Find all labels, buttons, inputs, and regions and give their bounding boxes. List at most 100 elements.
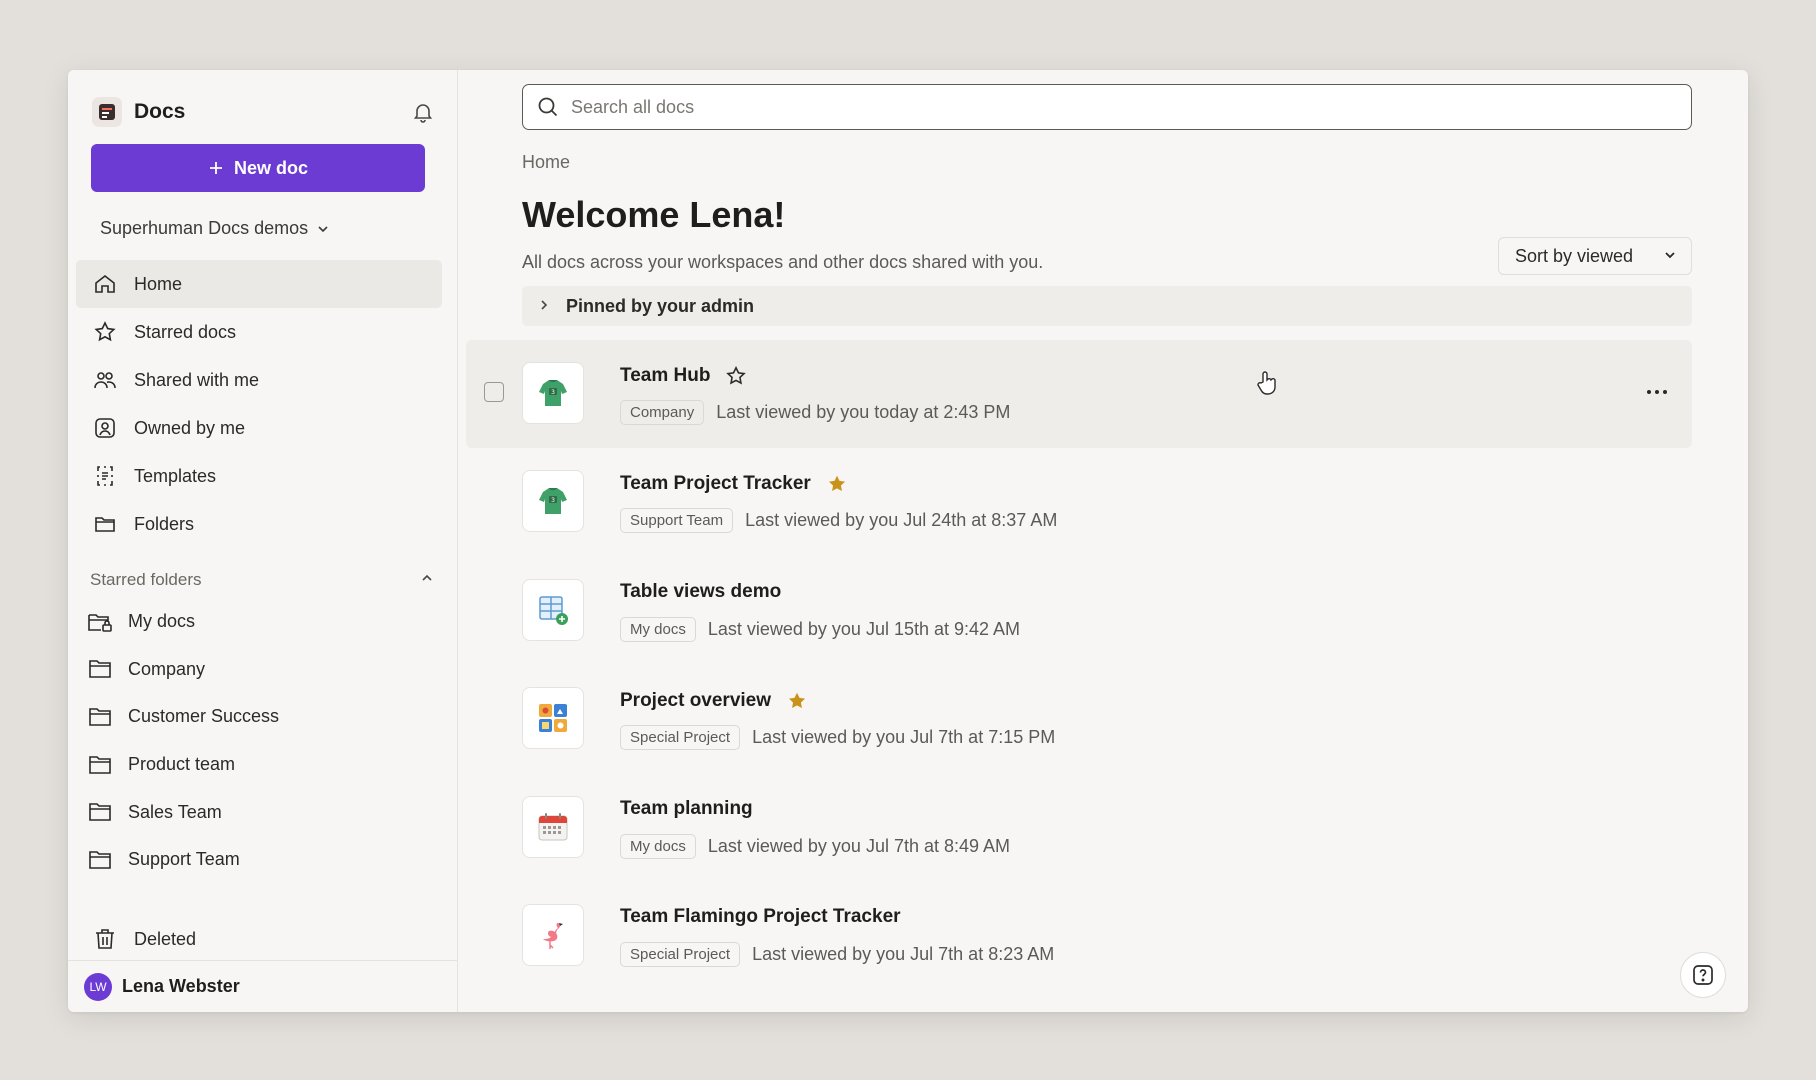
workspace-switcher[interactable]: Superhuman Docs demos [100,218,330,239]
chevron-up-icon[interactable] [420,570,434,590]
breadcrumb[interactable]: Home [522,152,570,173]
folder-tag[interactable]: Special Project [620,941,741,967]
person-icon [92,415,118,441]
green-shirt-icon: 3 [522,470,584,533]
starred-folders-title: Starred folders [90,570,202,589]
pinned-label: Pinned by your admin [566,295,755,316]
folder-icon [92,511,118,537]
lock-folder-icon [86,610,114,634]
sidebar-item-label: Home [134,273,183,294]
folder-label: Customer Success [128,706,280,727]
svg-text:3: 3 [551,497,555,504]
page-title: Welcome Lena! [522,194,786,235]
folder-label: Support Team [128,849,240,870]
folder-item-sales-team[interactable]: Sales Team [86,788,436,836]
home-icon [92,271,118,297]
doc-row-team-flamingo-project-tracker[interactable]: Team Flamingo Project Tracker Special Pr… [466,882,1692,990]
row-checkbox[interactable] [484,382,504,402]
doc-row-team-project-tracker[interactable]: 3 Team Project Tracker Support Team Last… [466,448,1692,556]
search-input[interactable] [571,96,1691,118]
last-viewed: Last viewed by you Jul 24th at 8:37 AM [745,510,1058,531]
sidebar-item-templates[interactable]: Templates [76,452,442,500]
folder-label: Sales Team [128,801,222,822]
grid-tiles-icon [522,687,584,750]
sidebar-item-folders[interactable]: Folders [76,500,442,548]
sidebar-item-label: Starred docs [134,321,237,342]
folder-item-product-team[interactable]: Product team [86,741,436,789]
chevron-down-icon [318,225,328,232]
help-button[interactable] [1680,952,1726,998]
starred-folders-list: My docs Company Customer Success Product… [86,598,436,884]
doc-list: 3 Team Hub Company Last viewed by you to… [466,340,1692,990]
folder-tag[interactable]: My docs [620,833,696,859]
search-bar[interactable] [522,84,1692,130]
bell-icon[interactable] [409,98,437,126]
doc-title[interactable]: Team planning [620,798,753,820]
more-options-icon[interactable] [1642,380,1672,404]
doc-title[interactable]: Table views demo [620,581,781,603]
doc-row-project-overview[interactable]: Project overview Special Project Last vi… [466,665,1692,773]
docs-logo-icon[interactable] [92,97,122,127]
folder-tag[interactable]: Special Project [620,725,741,751]
app-window: Docs New doc Superhuman Docs demos Home … [68,70,1748,1012]
sidebar-header: Docs [92,94,437,130]
doc-meta: My docs Last viewed by you Jul 15th at 9… [620,616,1021,642]
doc-row-team-hub[interactable]: 3 Team Hub Company Last viewed by you to… [466,340,1692,449]
flamingo-icon [522,903,584,966]
folder-icon [86,848,114,872]
folder-item-company[interactable]: Company [86,646,436,694]
user-footer[interactable]: LW Lena Webster [68,960,457,1012]
sidebar-item-shared-with-me[interactable]: Shared with me [76,356,442,404]
doc-meta: My docs Last viewed by you Jul 7th at 8:… [620,833,1010,859]
folder-item-my-docs[interactable]: My docs [86,598,436,646]
doc-title-line: Table views demo [620,581,781,603]
folder-item-support-team[interactable]: Support Team [86,836,436,884]
star-icon [92,319,118,345]
sidebar-item-home[interactable]: Home [76,260,442,308]
folder-label: My docs [128,611,196,632]
doc-title-line: Team planning [620,798,753,820]
doc-meta: Support Team Last viewed by you Jul 24th… [620,508,1058,534]
hand-cursor-icon [1256,370,1278,401]
folder-item-customer-success[interactable]: Customer Success [86,693,436,741]
folder-tag[interactable]: Support Team [620,508,734,534]
deleted-label: Deleted [134,928,197,949]
doc-title-line: Team Hub [620,364,748,388]
doc-title[interactable]: Team Flamingo Project Tracker [620,906,901,928]
sort-label: Sort by viewed [1515,245,1634,266]
people-icon [92,367,118,393]
trash-icon [92,926,118,952]
plus-icon [209,162,222,174]
chevron-down-icon [1663,246,1677,267]
last-viewed: Last viewed by you Jul 15th at 9:42 AM [707,618,1021,639]
search-icon [538,97,558,117]
folder-tag[interactable]: My docs [620,616,696,642]
sidebar-item-owned-by-me[interactable]: Owned by me [76,404,442,452]
folder-tag[interactable]: Company [620,400,705,425]
sidebar-item-label: Folders [134,513,195,534]
calendar-icon [522,795,584,858]
doc-title[interactable]: Project overview [620,690,771,712]
star-filled-icon[interactable] [785,689,809,713]
sidebar-item-deleted[interactable]: Deleted [92,926,196,952]
sort-dropdown[interactable]: Sort by viewed [1498,237,1692,275]
help-icon [1693,965,1713,985]
star-outline-icon[interactable] [724,364,748,388]
starred-folders-header[interactable]: Starred folders [90,570,434,590]
sidebar-item-label: Owned by me [134,417,246,438]
doc-row-table-views-demo[interactable]: Table views demo My docs Last viewed by … [466,557,1692,665]
folder-icon [86,705,114,729]
pinned-section-toggle[interactable]: Pinned by your admin [522,286,1692,326]
new-doc-label: New doc [233,157,308,178]
doc-row-team-planning[interactable]: Team planning My docs Last viewed by you… [466,774,1692,882]
new-doc-button[interactable]: New doc [91,144,425,192]
doc-title-line: Project overview [620,689,809,713]
star-filled-icon[interactable] [825,472,849,496]
doc-title[interactable]: Team Project Tracker [620,473,811,495]
doc-meta: Special Project Last viewed by you Jul 7… [620,941,1054,967]
sidebar-item-starred-docs[interactable]: Starred docs [76,308,442,356]
folder-icon [86,753,114,777]
templates-icon [92,463,118,489]
doc-title[interactable]: Team Hub [620,365,710,387]
svg-text:3: 3 [551,389,555,396]
